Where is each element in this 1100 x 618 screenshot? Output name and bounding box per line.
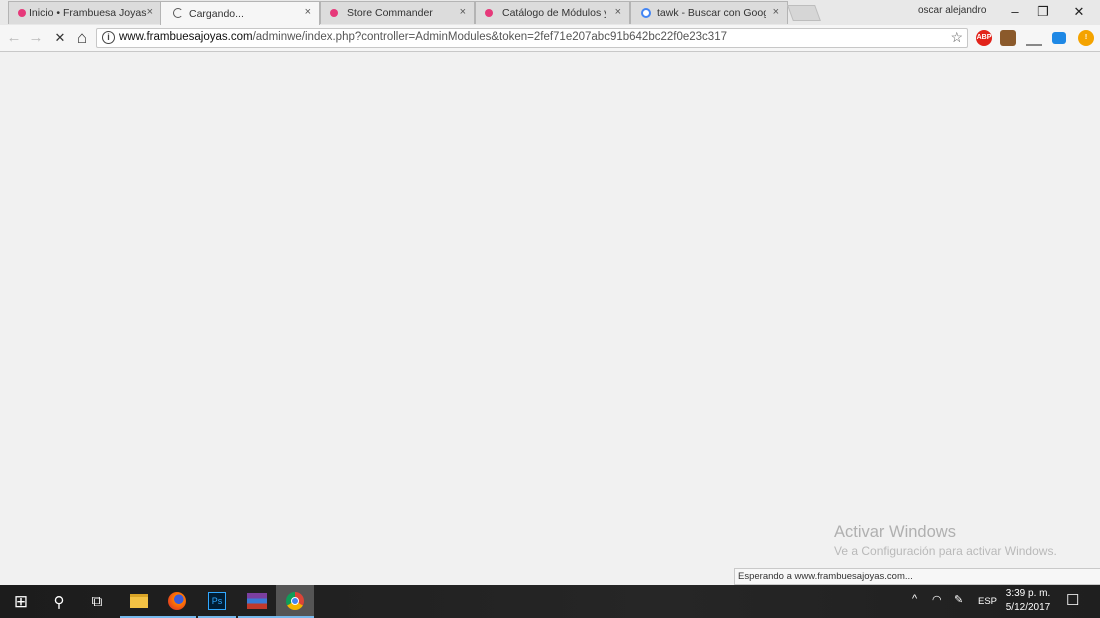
- tab-close-icon[interactable]: ×: [305, 6, 311, 18]
- tab-label: Inicio • Frambuesa Joyas: [29, 7, 147, 19]
- windows-taskbar: ⊞ ⚲ ⧉ Ps ^ ◠ ✎ ESP ☐: [0, 585, 1100, 618]
- tab-label: Catálogo de Módulos y T: [502, 7, 606, 19]
- tab-tawk[interactable]: tawk - Buscar con Googl ×: [630, 1, 788, 24]
- clock-date: 5/12/2017: [1005, 602, 1051, 613]
- tab-strip: Inicio • Frambuesa Joyas × Cargando... ×…: [0, 0, 1100, 25]
- pen-icon[interactable]: ✎: [954, 593, 963, 606]
- page-content: Activar Windows Ve a Configuración para …: [0, 53, 1100, 585]
- chrome-icon[interactable]: [276, 585, 314, 618]
- profile-name[interactable]: oscar alejandro: [918, 5, 986, 16]
- tab-label: Store Commander: [347, 7, 433, 19]
- tab-store-commander[interactable]: Store Commander ×: [320, 1, 475, 24]
- status-bubble: Esperando a www.frambuesajoyas.com...: [734, 568, 1100, 585]
- site-info-icon[interactable]: i: [102, 31, 115, 44]
- raspberry-favicon-icon: [485, 9, 493, 17]
- tab-label: Cargando...: [189, 7, 244, 20]
- search-icon[interactable]: ⚲: [40, 585, 78, 618]
- abp-icon[interactable]: ABP: [976, 30, 992, 46]
- browser-toolbar: ← → ✕ ⌂ i www.frambuesajoyas.com/adminwe…: [0, 25, 1100, 52]
- warning-icon[interactable]: !: [1078, 30, 1094, 46]
- url-host: www.frambuesajoyas.com: [119, 31, 253, 43]
- address-bar[interactable]: i www.frambuesajoyas.com/adminwe/index.p…: [96, 28, 968, 48]
- url-text[interactable]: www.frambuesajoyas.com/adminwe/index.php…: [119, 31, 727, 43]
- file-explorer-icon[interactable]: [120, 585, 158, 618]
- task-view-icon[interactable]: ⧉: [78, 585, 116, 618]
- notification-icon[interactable]: ☐: [1066, 591, 1079, 609]
- tab-close-icon[interactable]: ×: [147, 6, 153, 18]
- stop-button[interactable]: ✕: [50, 28, 70, 48]
- tab-close-icon[interactable]: ×: [615, 6, 621, 18]
- url-path: /adminwe/index.php?controller=AdminModul…: [252, 31, 727, 43]
- raspberry-favicon-icon: [330, 9, 338, 17]
- user-avatar-icon[interactable]: [1000, 30, 1016, 46]
- new-tab-button[interactable]: [787, 5, 821, 21]
- winrar-icon[interactable]: [238, 585, 276, 618]
- home-button[interactable]: ⌂: [72, 28, 92, 48]
- forward-button[interactable]: →: [26, 28, 46, 48]
- clock-time: 3:39 p. m.: [1005, 588, 1051, 599]
- back-button[interactable]: ←: [4, 28, 24, 48]
- firefox-icon[interactable]: [158, 585, 196, 618]
- extension-blue-icon[interactable]: [1052, 32, 1066, 44]
- clock[interactable]: 3:39 p. m. 5/12/2017: [1003, 587, 1053, 615]
- close-window-button[interactable]: ✕: [1064, 2, 1094, 22]
- tab-close-icon[interactable]: ×: [460, 6, 466, 18]
- loading-spinner-icon: [173, 8, 183, 18]
- wifi-icon[interactable]: ◠: [932, 593, 942, 606]
- tab-close-icon[interactable]: ×: [773, 6, 779, 18]
- tray-overflow-icon[interactable]: ^: [912, 593, 917, 605]
- restore-button[interactable]: ❐: [1028, 2, 1058, 22]
- photoshop-icon[interactable]: Ps: [198, 585, 236, 618]
- minimize-button[interactable]: –: [1000, 2, 1030, 22]
- tab-inicio[interactable]: Inicio • Frambuesa Joyas ×: [8, 1, 162, 24]
- start-button[interactable]: ⊞: [2, 585, 40, 618]
- inbox-icon[interactable]: [1026, 30, 1042, 46]
- activation-watermark-title: Activar Windows: [834, 523, 956, 541]
- tab-catalogo[interactable]: Catálogo de Módulos y T ×: [475, 1, 630, 24]
- tab-cargando[interactable]: Cargando... ×: [160, 1, 320, 25]
- raspberry-favicon-icon: [18, 9, 26, 17]
- activation-watermark-subtitle: Ve a Configuración para activar Windows.: [834, 544, 1057, 558]
- google-favicon-icon: [641, 8, 651, 18]
- language-indicator[interactable]: ESP: [978, 596, 997, 607]
- bookmark-star-icon[interactable]: ☆: [950, 29, 963, 46]
- tab-label: tawk - Buscar con Googl: [657, 7, 766, 19]
